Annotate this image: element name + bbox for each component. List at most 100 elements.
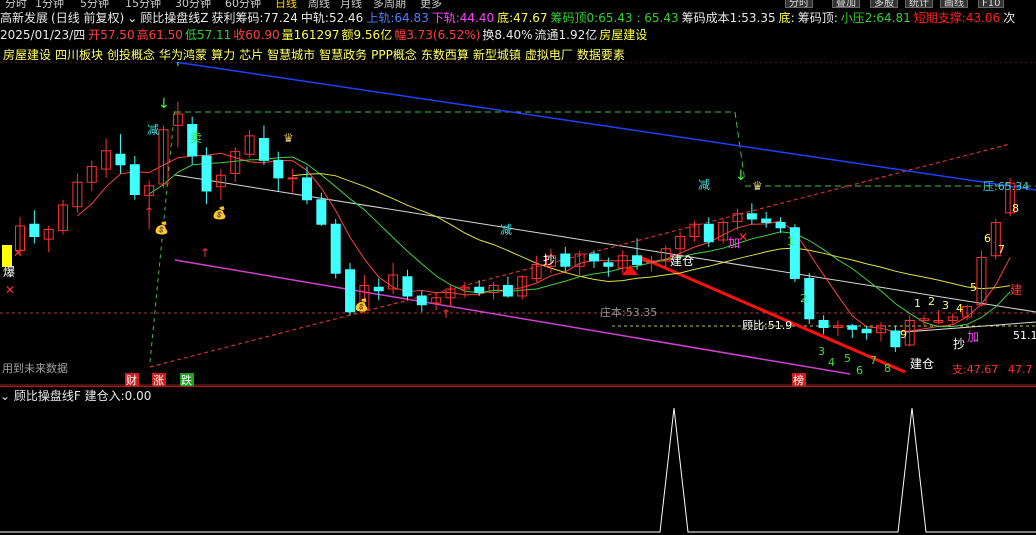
quote-date: 2025/01/23/四 (0, 28, 86, 42)
quote-item-5: 额9.56亿 (341, 28, 393, 42)
indicator-item-1: 中轨:52.46 (300, 11, 364, 25)
toolbar-button-4[interactable]: 画线 (940, 0, 968, 9)
period-tab-2[interactable]: 5分钟 (80, 0, 109, 9)
candle-down (603, 262, 614, 267)
concept-tag-1[interactable]: 四川板块 (55, 48, 103, 62)
sub-indicator-label: 建仓入: (84, 389, 125, 403)
period-tab-10[interactable]: 更多 (420, 0, 442, 9)
toolbar-button-0[interactable]: 分时 (785, 0, 813, 9)
seq-green-7: 7 (870, 354, 877, 367)
seq-green-1: 1 (787, 235, 794, 248)
down-arrow-icon: ↓ (735, 168, 747, 184)
candle-down (373, 286, 384, 292)
seq-green-5: 5 (844, 352, 851, 365)
reduce-label-mid: 减 (500, 223, 512, 237)
concept-tag-5[interactable]: 芯片 (239, 48, 263, 62)
sub-dropdown-icon[interactable]: ⌄ (0, 389, 10, 403)
period-tab-6[interactable]: 日线 (275, 0, 297, 9)
quote-row: 2025/01/23/四 开57.50 高61.50 低57.11 收60.90 量161… (0, 27, 652, 43)
concept-tag-7[interactable]: 智慧政务 (319, 48, 367, 62)
period-tab-4[interactable]: 30分钟 (175, 0, 211, 9)
period-tab-7[interactable]: 周线 (308, 0, 330, 9)
bottom-tag-3: 榜 (793, 373, 804, 386)
indicator-item-7: 底: (778, 11, 795, 25)
indicator-item-2: 上轨:64.83 (366, 11, 429, 25)
indicator-name[interactable]: 顾比操盘线Z (140, 11, 208, 25)
toolbar-button-5[interactable]: F10 (978, 0, 1005, 9)
red-decline-line (639, 255, 906, 374)
quote-item-7: 换8.40% (482, 28, 533, 42)
indicator-item-10: 短期支撑:43.06 (913, 11, 1001, 25)
concept-tag-3[interactable]: 华为鸿蒙 (159, 48, 207, 62)
concept-tag-2[interactable]: 创投概念 (107, 48, 155, 62)
sub-indicator-chart[interactable] (0, 404, 1036, 535)
quote-item-4: 量161297 (281, 28, 340, 42)
concept-tag-10[interactable]: 新型城镇 (473, 48, 521, 62)
candlestick-chart[interactable]: 爆✕✕减卖↓↑↑↑↑💰💰💰♛♛减减↓✕加抄 建仓庄本:53.35顾比:51.9压:… (0, 62, 1036, 386)
quote-item-9: 房屋建设 (599, 28, 648, 42)
dropdown-icon[interactable]: ⌄ (127, 11, 137, 25)
indicator-info-row: 高新发展 (日线 前复权) ⌄ 顾比操盘线Z 获利筹码:77.24 中轨:52.46 上轨:… (0, 10, 1021, 26)
seq-yellow-4: 4 (956, 302, 963, 315)
quote-item-0: 开57.50 (88, 28, 135, 42)
concept-tag-8[interactable]: PPP概念 (371, 48, 417, 62)
candle-down (818, 320, 829, 328)
chao-label-2: 抄 (953, 337, 965, 351)
up-arrow-icon: ↑ (144, 205, 154, 219)
indicator-item-11: 次 (1003, 11, 1016, 25)
period-tab-8[interactable]: 月线 (340, 0, 362, 9)
lower-channel-line (174, 259, 851, 375)
toolbar-button-1[interactable]: 叠加 (832, 0, 860, 9)
candle-down (402, 276, 413, 297)
concept-tag-11[interactable]: 虚拟电厂 (525, 48, 573, 62)
period-tab-0[interactable]: 分时 (5, 0, 27, 9)
jiancang-label-2: 建仓 (910, 357, 934, 371)
candle-down (775, 222, 786, 229)
seq-yellow-2: 2 (928, 295, 935, 308)
period-tab-5[interactable]: 60分钟 (225, 0, 261, 9)
peak-reduce-label: 减 (147, 123, 159, 137)
sub-indicator-header: ⌄ 顾比操盘线F 建仓入:0.00 (0, 388, 151, 404)
period-tab-3[interactable]: 15分钟 (125, 0, 161, 9)
up-arrow-icon: ↑ (172, 62, 184, 70)
indicator-item-9: 小压2:64.81 (840, 11, 911, 25)
stock-name: 高新发展 (0, 11, 49, 25)
bottom-tag-2: 跌 (181, 373, 192, 386)
sub-indicator-name[interactable]: 顾比操盘线F (14, 389, 81, 403)
right-price-value: 51.1 (1013, 329, 1036, 342)
candle-down (302, 177, 312, 201)
concept-tag-12[interactable]: 数据要素 (577, 48, 625, 62)
jiancang-label: 建仓 (670, 254, 694, 268)
money-bag-icon: 💰 (354, 298, 369, 312)
add-label-2: 加 (967, 330, 979, 344)
period-tab-9[interactable]: 多周期 (373, 0, 406, 9)
concept-tag-9[interactable]: 东数西算 (421, 48, 469, 62)
indicator-item-6: 筹码成本1:53.35 (681, 11, 776, 25)
seq-green-4: 4 (828, 356, 835, 369)
seq-yellow-1: 1 (914, 297, 921, 310)
concept-tag-6[interactable]: 智慧城市 (267, 48, 315, 62)
future-data-text: 用到未来数据 (2, 361, 68, 375)
crown-icon: ♛ (752, 179, 763, 193)
jian-label: 建 (1010, 283, 1022, 297)
concept-tag-4[interactable]: 算力 (211, 48, 235, 62)
period-tab-1[interactable]: 1分钟 (35, 0, 64, 9)
quote-item-8: 流通1.92亿 (534, 28, 598, 42)
sell-label: 卖 (190, 131, 202, 145)
concept-tag-0[interactable]: 房屋建设 (3, 48, 51, 62)
period-toolbar: 分时 1分钟 5分钟 15分钟 30分钟 60分钟 日线 周线 月线 多周期 更多 分时 叠加 多股 统计画… (0, 0, 1036, 9)
sub-indicator-value: 0.00 (124, 389, 152, 403)
bottom-tag-0: 财 (126, 373, 137, 386)
quote-item-1: 高61.50 (136, 28, 183, 42)
support-value: 47.7 (1008, 363, 1033, 376)
candle-down (330, 223, 341, 274)
candle-down (632, 255, 643, 265)
quote-item-6: 幅3.73(6.52%) (394, 28, 481, 42)
candle-down (560, 253, 571, 267)
toolbar-button-2[interactable]: 多股 (870, 0, 898, 9)
concept-tags: 房屋建设 四川板块 创投概念 华为鸿蒙 算力 芯片 智慧城市 智慧政务 PPP概念 东数西算 新型城… (3, 46, 629, 63)
candle-up (287, 177, 298, 180)
chao-label: 抄 (543, 253, 555, 267)
toolbar-button-3[interactable]: 统计 (905, 0, 933, 9)
candle-down (201, 155, 212, 192)
